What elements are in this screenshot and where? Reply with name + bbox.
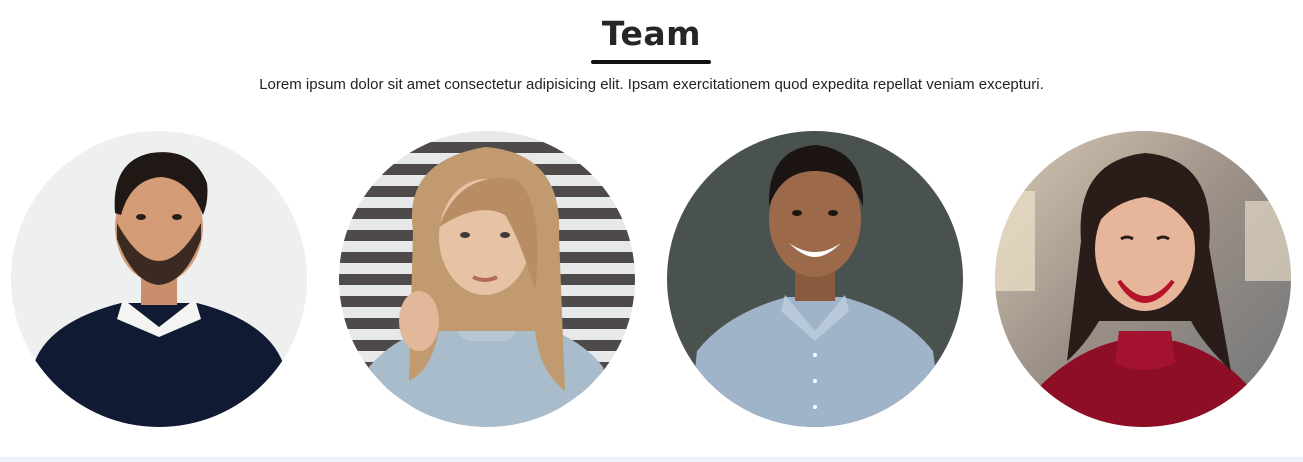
team-member-1 bbox=[11, 131, 307, 427]
bottom-strip bbox=[0, 457, 1303, 462]
team-member-4 bbox=[995, 131, 1291, 427]
team-member-photo-2 bbox=[339, 131, 635, 427]
section-title: Team bbox=[601, 14, 702, 53]
section-subtitle: Lorem ipsum dolor sit amet consectetur a… bbox=[259, 76, 1044, 93]
team-member-photo-4 bbox=[995, 131, 1291, 427]
team-member-photo-1 bbox=[11, 131, 307, 427]
team-member-photo-3 bbox=[667, 131, 963, 427]
team-member-3 bbox=[667, 131, 963, 427]
team-member-2 bbox=[339, 131, 635, 427]
title-underline bbox=[591, 60, 711, 64]
